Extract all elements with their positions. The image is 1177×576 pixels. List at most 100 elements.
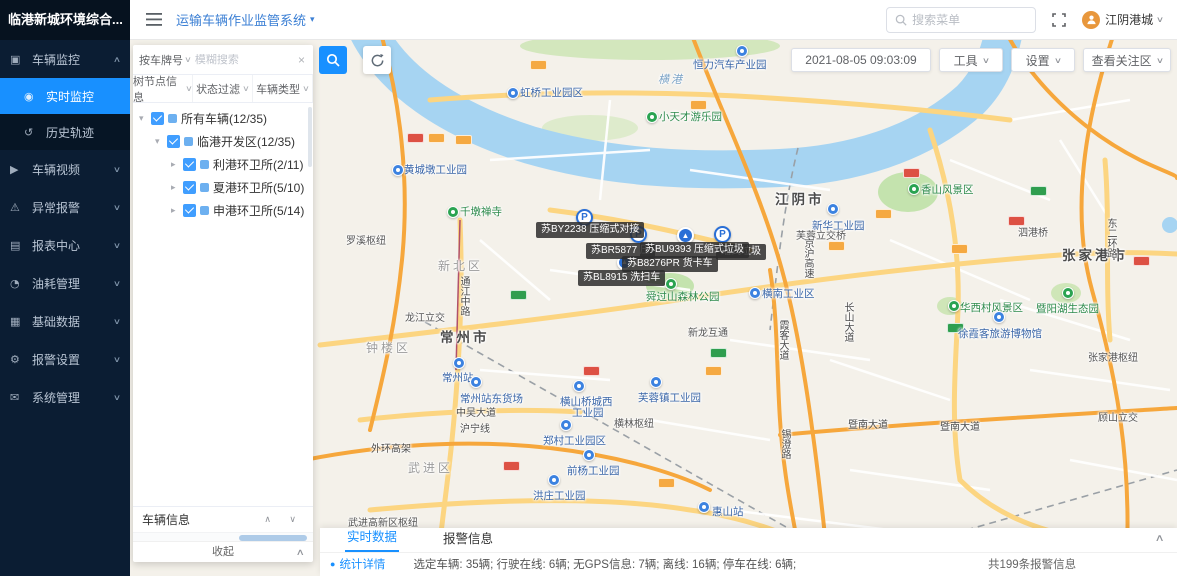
filter-tree-node-info[interactable]: 树节点信息∨ bbox=[133, 75, 193, 102]
map-label: 锡澄路 bbox=[775, 429, 793, 459]
tree-node-shengang[interactable]: ▸ 申港环卫所(5/14) bbox=[133, 199, 313, 222]
scrollbar-thumb[interactable] bbox=[239, 535, 307, 541]
hamburger-icon[interactable] bbox=[146, 13, 162, 26]
sidebar-item-label: 基础数据 bbox=[32, 313, 114, 330]
menu-icon: ▤ bbox=[10, 239, 27, 252]
menu-search-box[interactable] bbox=[886, 7, 1036, 33]
map-label: 泗港桥 bbox=[1018, 223, 1048, 241]
poi-marker bbox=[507, 87, 519, 99]
map-label: 暨南大道 bbox=[940, 417, 980, 435]
panel-collapse-icon[interactable]: ∧ bbox=[1154, 533, 1164, 544]
road-badge-icon bbox=[407, 133, 424, 143]
vehicle-search-input[interactable] bbox=[195, 54, 296, 66]
vehicle-info-header[interactable]: 车辆信息 ∧ ∨ bbox=[133, 506, 313, 532]
map-label: 钟楼区 bbox=[366, 339, 411, 357]
stats-title[interactable]: 统计详情 bbox=[339, 556, 385, 572]
checkbox-checked-icon[interactable] bbox=[151, 112, 164, 125]
vehicle-plate-tag[interactable]: 苏BL8915 洗扫车 bbox=[578, 270, 665, 286]
watch-area-dropdown[interactable]: 查看关注区∨ bbox=[1083, 48, 1171, 72]
chevron-down-icon: ∨ bbox=[242, 84, 250, 93]
tab-alarm-info[interactable]: 报警信息 bbox=[441, 524, 495, 552]
map-label: 常州站 bbox=[442, 368, 474, 386]
search-icon bbox=[895, 14, 907, 26]
vehicle-search-button[interactable] bbox=[319, 46, 347, 74]
avatar[interactable] bbox=[1082, 11, 1100, 29]
tree-node-label: 临港开发区(12/35) bbox=[197, 133, 295, 150]
chevron-down-icon: ▾ bbox=[310, 14, 315, 25]
road-badge-icon bbox=[903, 168, 920, 178]
chevron-down-icon: ∨ bbox=[185, 84, 193, 93]
sidebar-item-history-track[interactable]: ↺ 历史轨迹 bbox=[0, 114, 130, 150]
checkbox-checked-icon[interactable] bbox=[183, 181, 196, 194]
vehicle-info-title: 车辆信息 bbox=[142, 511, 190, 528]
tree-expander-icon[interactable]: ▾ bbox=[155, 136, 167, 147]
menu-search-input[interactable] bbox=[912, 13, 1022, 27]
filter-status[interactable]: 状态过滤∨ bbox=[193, 75, 253, 102]
menu-icon: ◉ bbox=[24, 90, 41, 103]
sidebar-item-vehicle-monitor[interactable]: ▣ 车辆监控 ∧ bbox=[0, 40, 130, 78]
sidebar-item-report-center[interactable]: ▤ 报表中心 ∨ bbox=[0, 226, 130, 264]
org-icon bbox=[200, 206, 209, 215]
sidebar-item-vehicle-video[interactable]: ▶ 车辆视频 ∨ bbox=[0, 150, 130, 188]
checkbox-checked-icon[interactable] bbox=[167, 135, 180, 148]
checkbox-checked-icon[interactable] bbox=[183, 204, 196, 217]
sidebar-item-base-data[interactable]: ▦ 基础数据 ∨ bbox=[0, 302, 130, 340]
map-canvas[interactable]: 常州市江阴市张家港市钟楼区新北区武进区横港虹桥工业园区小天才游乐园恒力汽车产业园… bbox=[130, 40, 1177, 576]
chevron-down-icon: ∨ bbox=[1156, 15, 1164, 24]
sidebar: 临港新城环境综合... ▣ 车辆监控 ∧ ◉ 实时监控 ↺ 历史轨迹 ▶ 车辆视… bbox=[0, 0, 130, 576]
tab-realtime-data[interactable]: 实时数据 bbox=[345, 522, 399, 552]
map-controls: 2021-08-05 09:03:09 工具∨ 设置∨ 查看关注区∨ bbox=[791, 48, 1171, 72]
road-badge-icon bbox=[875, 209, 892, 219]
map-label: 霞客大道 bbox=[773, 320, 791, 360]
vehicle-search-row: 按车牌号 ∨ × bbox=[133, 45, 313, 75]
map-label: 通江中路 bbox=[454, 276, 472, 316]
tree-expander-icon[interactable]: ▾ bbox=[139, 113, 151, 124]
map-label: 新龙互通 bbox=[688, 323, 728, 341]
vertical-scrollbar[interactable] bbox=[308, 107, 312, 167]
checkbox-checked-icon[interactable] bbox=[183, 158, 196, 171]
tree-node-label: 所有车辆(12/35) bbox=[181, 110, 267, 127]
filter-vehicle-type[interactable]: 车辆类型∨ bbox=[253, 75, 313, 102]
chevron-icon: ∨ bbox=[113, 241, 121, 250]
up-down-arrows-icon[interactable]: ∧ ∨ bbox=[264, 514, 304, 525]
vehicle-plate-tag[interactable]: 苏BY2238 压缩式对接 bbox=[536, 222, 644, 238]
tree-expander-icon[interactable]: ▸ bbox=[171, 159, 183, 170]
map-label: 恒力汽车产业园 bbox=[693, 55, 767, 73]
panel-collapse-button[interactable]: 收起 ∧ bbox=[133, 541, 313, 562]
system-title[interactable]: 运输车辆作业监管系统 bbox=[176, 10, 306, 29]
tree-node-all-vehicles[interactable]: ▾ 所有车辆(12/35) bbox=[133, 107, 313, 130]
poi-marker bbox=[736, 45, 748, 57]
sidebar-item-label: 车辆视频 bbox=[32, 161, 114, 178]
chevron-icon: ∨ bbox=[113, 393, 121, 402]
horizontal-scrollbar[interactable] bbox=[133, 532, 313, 541]
map-label: 舜过山森林公园 bbox=[646, 287, 720, 305]
road-badge-icon bbox=[583, 366, 600, 376]
road-badge-icon bbox=[1030, 186, 1047, 196]
parking-marker[interactable]: P bbox=[714, 226, 731, 243]
map-label: 洪庄工业园 bbox=[533, 486, 586, 504]
tree-expander-icon[interactable]: ▸ bbox=[171, 182, 183, 193]
fullscreen-icon[interactable] bbox=[1052, 13, 1066, 27]
search-type-select[interactable]: 按车牌号 bbox=[139, 52, 183, 68]
tree-node-lingang-zone[interactable]: ▾ 临港开发区(12/35) bbox=[133, 130, 313, 153]
road-badge-icon bbox=[530, 60, 547, 70]
user-name[interactable]: 江阴港城 bbox=[1105, 11, 1153, 28]
sidebar-item-system-management[interactable]: ✉ 系统管理 ∨ bbox=[0, 378, 130, 416]
settings-dropdown[interactable]: 设置∨ bbox=[1011, 48, 1075, 72]
map-label: 张家港枢纽 bbox=[1088, 348, 1138, 366]
clear-icon[interactable]: × bbox=[296, 53, 307, 67]
sidebar-item-fuel-management[interactable]: ◔ 油耗管理 ∨ bbox=[0, 264, 130, 302]
map-label: 暨南大道 bbox=[848, 415, 888, 433]
refresh-icon bbox=[370, 53, 385, 68]
tree-expander-icon[interactable]: ▸ bbox=[171, 205, 183, 216]
tree-node-xiagang[interactable]: ▸ 夏港环卫所(5/10) bbox=[133, 176, 313, 199]
sidebar-item-abnormal-alarm[interactable]: ⚠ 异常报警 ∨ bbox=[0, 188, 130, 226]
menu-icon: ▣ bbox=[10, 53, 27, 66]
poi-marker bbox=[749, 287, 761, 299]
topbar: 运输车辆作业监管系统 ▾ 江阴港城 ∨ bbox=[130, 0, 1177, 40]
sidebar-item-realtime-monitor[interactable]: ◉ 实时监控 bbox=[0, 78, 130, 114]
refresh-button[interactable] bbox=[363, 46, 391, 74]
sidebar-item-alarm-settings[interactable]: ⚙ 报警设置 ∨ bbox=[0, 340, 130, 378]
tree-node-ligang[interactable]: ▸ 利港环卫所(2/11) bbox=[133, 153, 313, 176]
tools-dropdown[interactable]: 工具∨ bbox=[939, 48, 1003, 72]
